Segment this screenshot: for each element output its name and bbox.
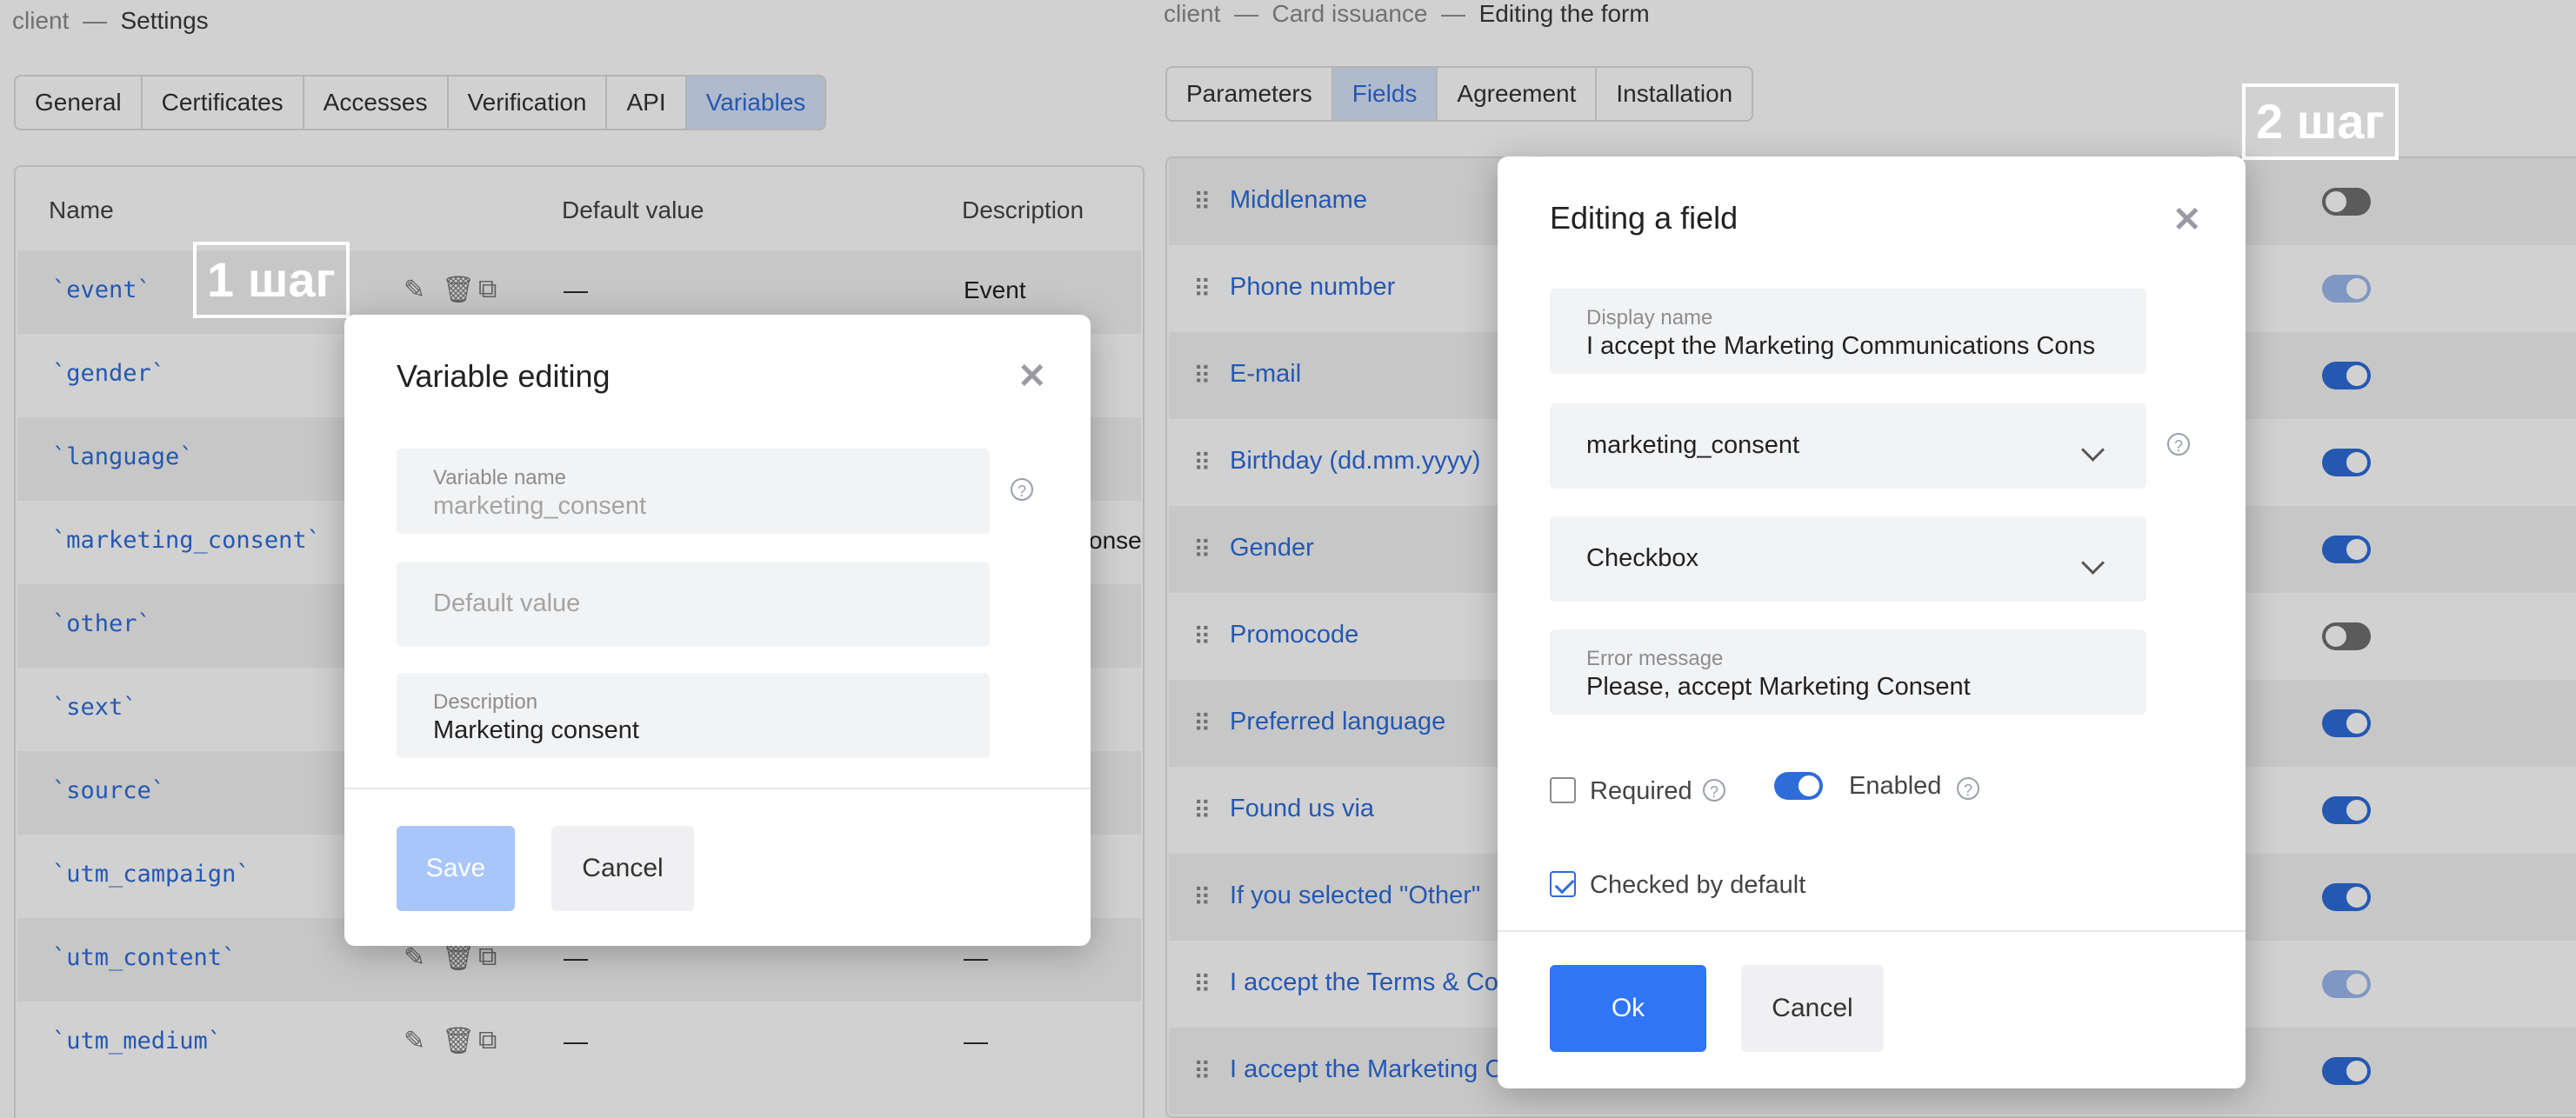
help-icon[interactable]: ? [1011, 478, 1033, 501]
trash-icon[interactable]: 🗑 [442, 1026, 475, 1056]
modal-title: Editing a field [1550, 200, 1738, 236]
help-icon[interactable]: ? [1703, 779, 1725, 802]
field-type-select[interactable]: Checkbox [1550, 516, 2146, 602]
column-header-name: Name [49, 196, 114, 223]
drag-handle-icon[interactable]: ⠿ [1193, 622, 1211, 651]
trash-icon[interactable]: 🗑 [442, 942, 475, 973]
drag-handle-icon[interactable]: ⠿ [1193, 796, 1211, 825]
close-icon[interactable]: ✕ [1018, 356, 1047, 396]
variable-name-field[interactable]: Variable name marketing_consent [397, 449, 990, 534]
variable-select[interactable]: marketing_consent [1550, 403, 2146, 489]
field-editing-modal: Editing a field ✕ Display name I accept … [1498, 156, 2246, 1088]
required-label: Required [1590, 777, 1692, 805]
field-toggle[interactable] [2322, 536, 2371, 563]
copy-icon[interactable]: ⧉ [478, 275, 497, 304]
copy-icon[interactable]: ⧉ [478, 942, 497, 972]
breadcrumb-app[interactable]: client [1164, 0, 1220, 27]
trash-icon[interactable]: 🗑 [442, 275, 475, 305]
chevron-down-icon [2081, 438, 2105, 462]
edit-icon[interactable]: ✎ [404, 275, 425, 305]
breadcrumb-page: Editing the form [1478, 0, 1650, 27]
drag-handle-icon[interactable]: ⠿ [1193, 188, 1211, 216]
copy-icon[interactable]: ⧉ [478, 1026, 497, 1055]
breadcrumb: client — Settings [12, 7, 209, 34]
tab-parameters[interactable]: Parameters [1167, 68, 1333, 120]
variable-name[interactable]: `gender` [52, 360, 165, 387]
field-toggle[interactable] [2322, 622, 2371, 650]
tab-general[interactable]: General [16, 77, 143, 129]
column-header-description: Description [962, 196, 1084, 223]
field-toggle[interactable] [2322, 188, 2371, 216]
drag-handle-icon[interactable]: ⠿ [1193, 883, 1211, 912]
variable-name[interactable]: `marketing_consent` [52, 527, 321, 554]
field-toggle[interactable] [2322, 709, 2371, 737]
drag-handle-icon[interactable]: ⠿ [1193, 449, 1211, 477]
field-toggle[interactable] [2322, 883, 2371, 911]
drag-handle-icon[interactable]: ⠿ [1193, 362, 1211, 390]
variable-name[interactable]: `other` [52, 610, 151, 637]
tab-verification[interactable]: Verification [449, 77, 608, 129]
variable-name[interactable]: `utm_content` [52, 944, 236, 971]
tab-agreement[interactable]: Agreement [1438, 68, 1598, 120]
settings-tabs: General Certificates Accesses Verificati… [14, 75, 827, 130]
form-editor-panel: client — Card issuance — Editing the for… [1145, 0, 2576, 1118]
default-value-field[interactable]: Default value [397, 562, 990, 647]
breadcrumb: client — Card issuance — Editing the for… [1164, 0, 1650, 27]
settings-panel: client — Settings General Certificates A… [0, 0, 1145, 1118]
tab-accesses[interactable]: Accesses [304, 77, 449, 129]
edit-icon[interactable]: ✎ [404, 1026, 425, 1056]
variable-name[interactable]: `utm_medium` [52, 1028, 222, 1055]
edit-icon[interactable]: ✎ [404, 942, 425, 973]
ok-button[interactable]: Ok [1550, 965, 1706, 1052]
checked-by-default-checkbox[interactable] [1550, 871, 1576, 897]
checked-by-default-label: Checked by default [1590, 871, 1806, 899]
field-toggle[interactable] [2322, 796, 2371, 824]
step-2-label: 2 шаг [2242, 83, 2399, 160]
drag-handle-icon[interactable]: ⠿ [1193, 536, 1211, 564]
enabled-toggle[interactable] [1774, 772, 1823, 800]
drag-handle-icon[interactable]: ⠿ [1193, 709, 1211, 738]
form-tabs: Parameters Fields Agreement Installation [1165, 66, 1754, 122]
variable-name[interactable]: `sext` [52, 694, 137, 721]
display-name-field[interactable]: Display name I accept the Marketing Comm… [1550, 289, 2146, 374]
field-toggle[interactable] [2322, 1057, 2371, 1085]
help-icon[interactable]: ? [2167, 433, 2190, 456]
description-field[interactable]: Description Marketing consent [397, 673, 990, 758]
variable-name[interactable]: `language` [52, 443, 194, 470]
error-message-field[interactable]: Error message Please, accept Marketing C… [1550, 629, 2146, 715]
step-1-label: 1 шаг [193, 242, 350, 318]
drag-handle-icon[interactable]: ⠿ [1193, 970, 1211, 999]
breadcrumb-section[interactable]: Card issuance [1272, 0, 1428, 27]
tab-api[interactable]: API [607, 77, 687, 129]
cancel-button[interactable]: Cancel [1741, 965, 1884, 1052]
field-toggle[interactable] [2322, 449, 2371, 476]
close-icon[interactable]: ✕ [2172, 200, 2202, 240]
save-button[interactable]: Save [397, 826, 515, 911]
help-icon[interactable]: ? [1957, 777, 1979, 800]
column-header-default: Default value [562, 196, 704, 223]
variable-editing-modal: Variable editing ✕ Variable name marketi… [344, 315, 1091, 946]
field-toggle[interactable] [2322, 362, 2371, 389]
variable-name[interactable]: `event` [52, 276, 151, 303]
variable-name[interactable]: `source` [52, 777, 165, 804]
tab-fields[interactable]: Fields [1332, 68, 1438, 120]
tab-installation[interactable]: Installation [1597, 68, 1752, 120]
variable-name[interactable]: `utm_campaign` [52, 861, 250, 888]
drag-handle-icon[interactable]: ⠿ [1193, 275, 1211, 303]
required-checkbox[interactable] [1550, 777, 1576, 803]
modal-title: Variable editing [397, 358, 611, 394]
enabled-label: Enabled [1849, 772, 1942, 800]
tab-variables[interactable]: Variables [686, 77, 825, 129]
breadcrumb-app[interactable]: client [12, 7, 69, 34]
chevron-down-icon [2081, 551, 2105, 575]
field-toggle[interactable] [2322, 275, 2371, 303]
tab-certificates[interactable]: Certificates [143, 77, 304, 129]
field-toggle[interactable] [2322, 970, 2371, 998]
cancel-button[interactable]: Cancel [551, 826, 694, 911]
table-row: `utm_medium` ✎ 🗑 ⧉ — — [52, 1026, 988, 1056]
drag-handle-icon[interactable]: ⠿ [1193, 1057, 1211, 1086]
breadcrumb-page: Settings [120, 7, 209, 34]
